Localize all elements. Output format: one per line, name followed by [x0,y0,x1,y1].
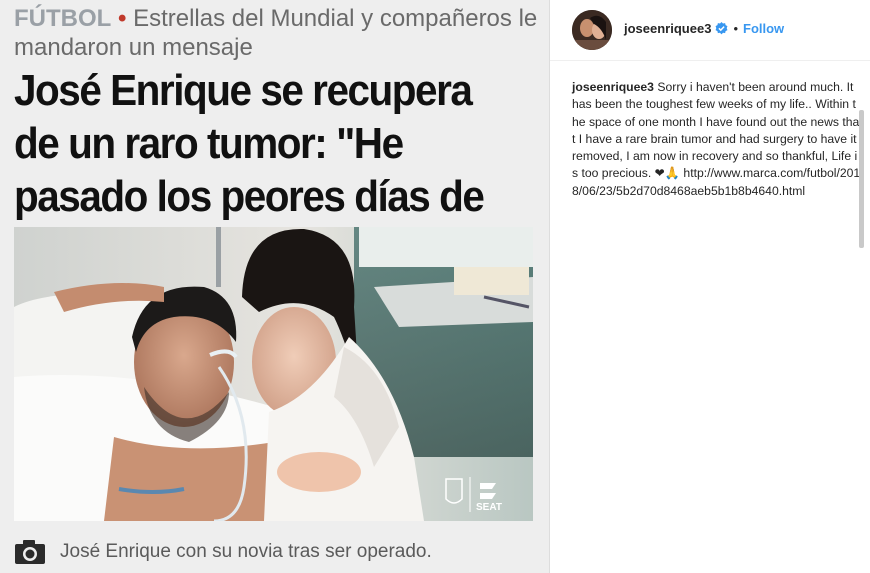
article-photo: SEAT [14,227,533,521]
photo-caption: José Enrique con su novia tras ser opera… [14,538,432,566]
post-header: joseenriquee3 • Follow [550,0,870,61]
bullet-separator: • [117,5,127,32]
avatar[interactable] [572,10,612,50]
instagram-post-panel: joseenriquee3 • Follow joseenriquee3 Sor… [549,0,870,573]
section-label: FÚTBOL [14,5,112,32]
caption-text: José Enrique con su novia tras ser opera… [60,541,432,562]
article-screenshot: FÚTBOL • Estrellas del Mundial y compañe… [0,0,549,573]
header-separator: • [733,21,738,36]
article-kicker: FÚTBOL • Estrellas del Mundial y compañe… [14,4,544,62]
comments-scrollbar[interactable] [859,110,864,248]
username-link[interactable]: joseenriquee3 [624,21,711,36]
seat-logo-text: SEAT [476,502,502,513]
caption-body: Sorry i haven't been around much. It has… [572,80,861,198]
camera-icon [15,540,45,564]
verified-badge-icon [715,22,728,35]
caption-author-link[interactable]: joseenriquee3 [572,80,654,94]
post-caption: joseenriquee3 Sorry i haven't been aroun… [572,79,862,200]
header-handle-row: joseenriquee3 • Follow [624,21,784,36]
follow-button[interactable]: Follow [743,21,784,36]
